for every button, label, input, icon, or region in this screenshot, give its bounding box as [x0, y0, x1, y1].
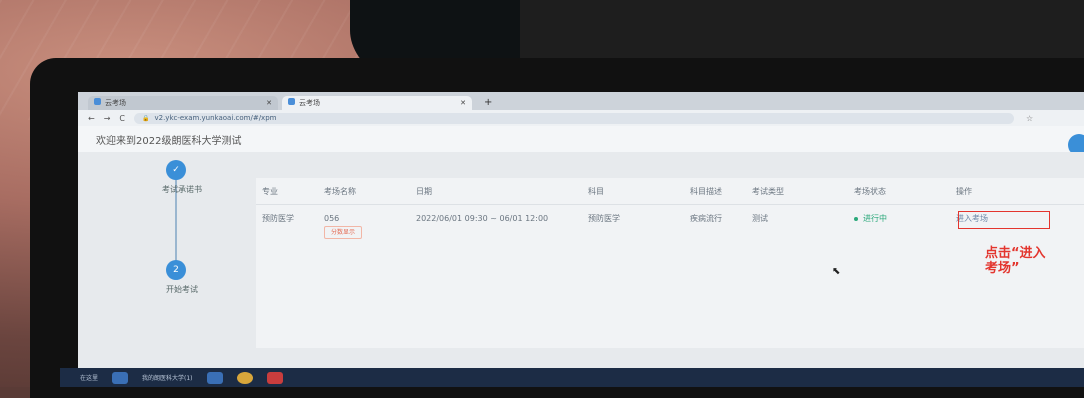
step-1-label: 考试承诺书 — [162, 185, 202, 194]
favicon-icon — [94, 98, 101, 105]
page-header: 欢迎来到2022级朗医科大学测试 — [78, 126, 1084, 156]
lock-icon: 🔒 — [142, 114, 150, 122]
reload-icon[interactable]: C — [119, 114, 125, 123]
url-text: v2.ykc-exam.yunkaoai.com/#/xpm — [154, 114, 277, 122]
highlight-box — [958, 211, 1050, 229]
wps-icon[interactable] — [266, 371, 283, 384]
column-header: 考场状态 — [848, 178, 950, 205]
page-title: 欢迎来到2022级朗医科大学测试 — [96, 135, 242, 147]
browser-tab-2[interactable]: 云考场 ✕ — [282, 96, 472, 110]
laptop-screen: 云考场 ✕ 云考场 ✕ + ← → C 🔒 v2.ykc-exam.yunkao… — [78, 92, 1084, 387]
browser-tab-1[interactable]: 云考场 ✕ — [88, 96, 278, 110]
column-header: 操作 — [950, 178, 1084, 205]
annotation-text: 点击“进入 考场” — [985, 246, 1046, 276]
taskbar-app-label[interactable]: 我的朗医科大学(1) — [142, 373, 193, 382]
column-header: 专业 — [256, 178, 318, 205]
cell-major: 预防医学 — [262, 214, 294, 223]
taskbar-search[interactable]: 在这里 — [80, 373, 98, 382]
close-icon[interactable]: ✕ — [460, 99, 466, 107]
step-2-number: 2 — [166, 260, 186, 280]
cell-date: 2022/06/01 09:30 ~ 06/01 12:00 — [416, 214, 549, 223]
cell-subject: 预防医学 — [588, 214, 620, 223]
room-tag-badge: 分数显示 — [324, 226, 363, 239]
tab-label: 云考场 — [105, 99, 126, 107]
cell-exam-type: 测试 — [752, 214, 768, 223]
status-dot-icon — [854, 216, 858, 221]
mouse-cursor-icon: ⬉ — [832, 266, 841, 277]
column-header: 科目描述 — [684, 178, 746, 205]
cell-room: 056 分数显示 — [318, 205, 410, 248]
main-content: ✓ 考试承诺书 2 开始考试 专业 考场名称 日期 科目 科目描述 考试类型 考… — [78, 152, 1084, 387]
column-header: 科目 — [582, 178, 684, 205]
column-header: 日期 — [410, 178, 582, 205]
room-name: 056 — [324, 214, 340, 223]
favicon-icon — [288, 98, 295, 105]
address-bar-row: ← → C 🔒 v2.ykc-exam.yunkaoai.com/#/xpm ☆ — [78, 110, 1084, 126]
step-2-label: 开始考试 — [166, 285, 198, 294]
taskbar: 在这里 我的朗医科大学(1) — [60, 368, 1084, 387]
edge-icon[interactable] — [206, 371, 223, 384]
column-header: 考场名称 — [318, 178, 410, 205]
exam-table-card: 专业 考场名称 日期 科目 科目描述 考试类型 考场状态 操作 预防医学 056… — [256, 178, 1084, 348]
new-tab-button[interactable]: + — [476, 97, 500, 110]
tab-label: 云考场 — [299, 99, 320, 107]
cell-status: 进行中 — [848, 205, 950, 248]
chrome-icon[interactable] — [236, 371, 253, 384]
stepper: ✓ 考试承诺书 2 开始考试 — [118, 152, 238, 387]
star-icon[interactable]: ☆ — [1026, 114, 1033, 123]
cell-subject-desc: 疾病流行 — [690, 214, 722, 223]
back-arrow-icon[interactable]: ← — [88, 114, 95, 123]
table-header-row: 专业 考场名称 日期 科目 科目描述 考试类型 考场状态 操作 — [256, 178, 1084, 205]
windows-icon[interactable] — [112, 371, 129, 384]
column-header: 考试类型 — [746, 178, 848, 205]
browser-tabbar: 云考场 ✕ 云考场 ✕ + — [78, 92, 1084, 110]
step-1-check-icon: ✓ — [166, 160, 186, 180]
close-icon[interactable]: ✕ — [266, 99, 272, 107]
forward-arrow-icon[interactable]: → — [104, 114, 111, 123]
url-field[interactable]: 🔒 v2.ykc-exam.yunkaoai.com/#/xpm — [134, 112, 1014, 124]
status-badge: 进行中 — [863, 214, 887, 223]
